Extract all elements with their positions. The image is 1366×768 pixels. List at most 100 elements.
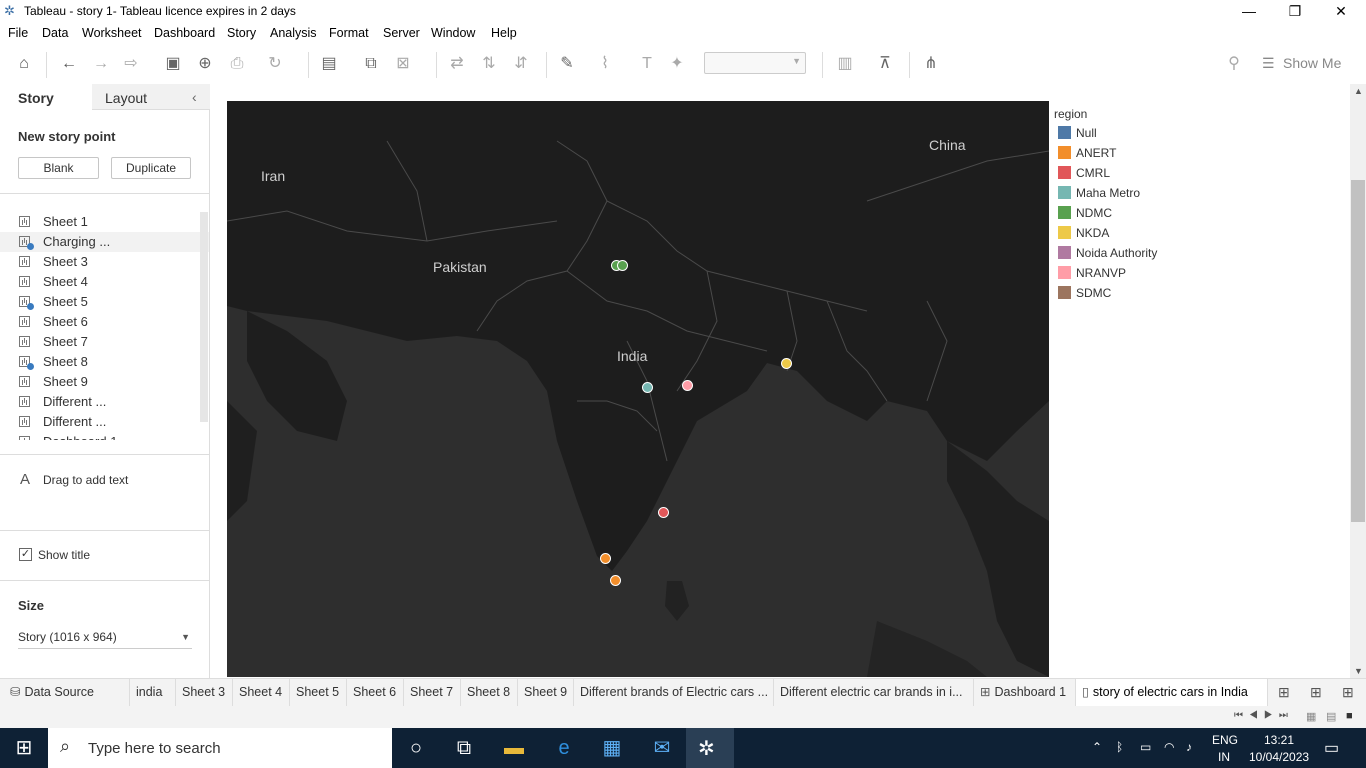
home-icon[interactable]: ⌂ xyxy=(13,54,35,74)
story-sheet-item[interactable]: Sheet 7 xyxy=(0,332,209,352)
tab-sheet-8[interactable]: Sheet 8 xyxy=(461,679,518,706)
story-sheet-item[interactable]: Different ... xyxy=(0,392,209,412)
story-sheet-item[interactable]: Different ... xyxy=(0,412,209,432)
minimize-icon[interactable]: — xyxy=(1226,0,1272,22)
windows-start-icon[interactable]: ⊞ xyxy=(12,736,36,760)
mail-icon[interactable]: ✉ xyxy=(650,736,674,760)
menu-dashboard[interactable]: Dashboard xyxy=(154,26,215,40)
tab-sheet-7[interactable]: Sheet 7 xyxy=(404,679,461,706)
menu-window[interactable]: Window xyxy=(431,26,475,40)
notifications-icon[interactable]: ▭ xyxy=(1324,738,1339,758)
story-sheet-item[interactable]: Sheet 6 xyxy=(0,312,209,332)
replay-icon[interactable]: ⇨ xyxy=(120,54,142,74)
duplicate-button[interactable]: Duplicate xyxy=(111,157,191,179)
tab-dashboard-1[interactable]: ⊞ Dashboard 1 xyxy=(974,679,1076,706)
language-indicator[interactable]: ENG xyxy=(1212,733,1238,747)
new-dashboard-icon[interactable]: ⊞ xyxy=(1310,684,1322,701)
collapse-pane-icon[interactable]: ‹ xyxy=(192,89,197,105)
clock-time[interactable]: 13:21 xyxy=(1264,733,1294,747)
tab-sheet-5[interactable]: Sheet 5 xyxy=(290,679,347,706)
menu-help[interactable]: Help xyxy=(491,26,517,40)
microsoft-store-icon[interactable]: ▦ xyxy=(600,736,624,760)
sort-desc-icon[interactable]: ⇵ xyxy=(510,54,532,74)
new-worksheet-icon[interactable]: ⊞ xyxy=(1278,684,1290,701)
undo-icon[interactable]: ← xyxy=(58,54,80,74)
save-icon[interactable]: ▣ xyxy=(162,54,184,74)
tableau-taskbar-button[interactable]: ✲ xyxy=(686,728,734,768)
menu-format[interactable]: Format xyxy=(329,26,369,40)
edge-icon[interactable]: e xyxy=(552,736,576,760)
duplicate-icon[interactable]: ⧉ xyxy=(360,54,382,74)
tab-sheet-4[interactable]: Sheet 4 xyxy=(233,679,290,706)
menu-data[interactable]: Data xyxy=(42,26,68,40)
restore-icon[interactable]: ❐ xyxy=(1272,0,1318,22)
volume-icon[interactable]: ♪ xyxy=(1186,740,1192,754)
add-data-icon[interactable]: ⊕ xyxy=(194,54,216,74)
group-icon[interactable]: ⌇ xyxy=(594,54,616,74)
sheet-list-scrollbar[interactable] xyxy=(200,212,208,422)
refresh-icon[interactable]: ↻ xyxy=(264,54,286,74)
new-sheet-icon[interactable]: ▤ xyxy=(318,54,340,74)
wifi-icon[interactable]: ◠ xyxy=(1164,740,1174,754)
menu-story[interactable]: Story xyxy=(227,26,256,40)
share-icon[interactable]: ⋔ xyxy=(920,54,942,74)
story-sheet-item[interactable]: Sheet 5 xyxy=(0,292,209,312)
story-sheet-item[interactable]: Sheet 8 xyxy=(0,352,209,372)
highlight-icon[interactable]: ✎ xyxy=(556,54,578,74)
map-point-maha-metro[interactable] xyxy=(642,382,653,393)
menu-analysis[interactable]: Analysis xyxy=(270,26,317,40)
clock-date[interactable]: 10/04/2023 xyxy=(1249,750,1309,764)
file-explorer-icon[interactable]: ▬ xyxy=(502,736,526,760)
map-point-anert[interactable] xyxy=(600,553,611,564)
map-point-anert[interactable] xyxy=(610,575,621,586)
size-select[interactable]: Story (1016 x 964) ▼ xyxy=(18,626,192,649)
story-sheet-item[interactable]: Sheet 1 xyxy=(0,212,209,232)
show-me-pin-icon[interactable]: ⚲ xyxy=(1223,54,1245,74)
show-title-checkbox[interactable]: ✓ xyxy=(19,548,32,561)
show-me-icon[interactable]: ☰ xyxy=(1262,55,1275,72)
map-point-cmrl[interactable] xyxy=(658,507,669,518)
tab-different-electric-car-brands[interactable]: Different electric car brands in i... xyxy=(774,679,974,706)
tab-story-of-electric-cars[interactable]: ▯ story of electric cars in India xyxy=(1076,679,1268,706)
swap-icon[interactable]: ⇄ xyxy=(446,54,468,74)
map-point-nkda[interactable] xyxy=(781,358,792,369)
show-filmstrip-icon[interactable]: ▤ xyxy=(1326,710,1336,723)
menu-server[interactable]: Server xyxy=(383,26,420,40)
story-sheet-item[interactable]: Sheet 4 xyxy=(0,272,209,292)
tab-sheet-6[interactable]: Sheet 6 xyxy=(347,679,404,706)
tab-navigation-icons[interactable]: ⏮◀▶⏭ xyxy=(1234,710,1294,721)
drag-to-add-text[interactable]: Drag to add text xyxy=(43,473,128,487)
pause-icon[interactable]: ⎙ xyxy=(226,54,248,74)
tab-sheet-3[interactable]: Sheet 3 xyxy=(176,679,233,706)
story-sheet-item[interactable]: Dashboard 1 xyxy=(0,432,209,440)
map-point-nranvp[interactable] xyxy=(682,380,693,391)
sort-asc-icon[interactable]: ⇅ xyxy=(478,54,500,74)
bluetooth-icon[interactable]: ᛒ xyxy=(1116,740,1123,754)
new-story-icon[interactable]: ⊞ xyxy=(1342,684,1354,701)
menu-file[interactable]: File xyxy=(8,26,28,40)
battery-icon[interactable]: ▭ xyxy=(1140,740,1151,754)
show-sheet-sorter-icon[interactable]: ▦ xyxy=(1306,710,1316,723)
redo-icon[interactable]: → xyxy=(90,54,112,74)
task-view-icon[interactable]: ⧉ xyxy=(452,736,476,760)
clear-icon[interactable]: ⊠ xyxy=(392,54,414,74)
pin-icon[interactable]: ✦ xyxy=(666,54,688,74)
tab-different-brands[interactable]: Different brands of Electric cars ... xyxy=(574,679,774,706)
map-point-ndmc[interactable] xyxy=(617,260,628,271)
menu-worksheet[interactable]: Worksheet xyxy=(82,26,142,40)
cortana-icon[interactable]: ○ xyxy=(404,736,428,760)
fit-select[interactable]: ▼ xyxy=(704,52,806,74)
tab-story[interactable]: Story xyxy=(0,84,92,110)
tab-sheet-9[interactable]: Sheet 9 xyxy=(518,679,574,706)
taskbar-search[interactable]: ⌕ Type here to search xyxy=(48,728,392,768)
fit-icon[interactable]: ▥ xyxy=(834,54,856,74)
show-tabs-icon[interactable]: ■ xyxy=(1346,710,1353,722)
presentation-icon[interactable]: ⊼ xyxy=(874,54,896,74)
map-view[interactable]: Iran Pakistan India China xyxy=(227,101,1049,677)
show-hidden-icons-icon[interactable]: ⌃ xyxy=(1092,740,1102,754)
story-sheet-item[interactable]: Charging ... xyxy=(0,232,209,252)
scrollbar-thumb[interactable] xyxy=(1351,180,1365,522)
tab-india[interactable]: india xyxy=(130,679,176,706)
story-sheet-item[interactable]: Sheet 3 xyxy=(0,252,209,272)
close-icon[interactable]: ✕ xyxy=(1318,0,1364,22)
